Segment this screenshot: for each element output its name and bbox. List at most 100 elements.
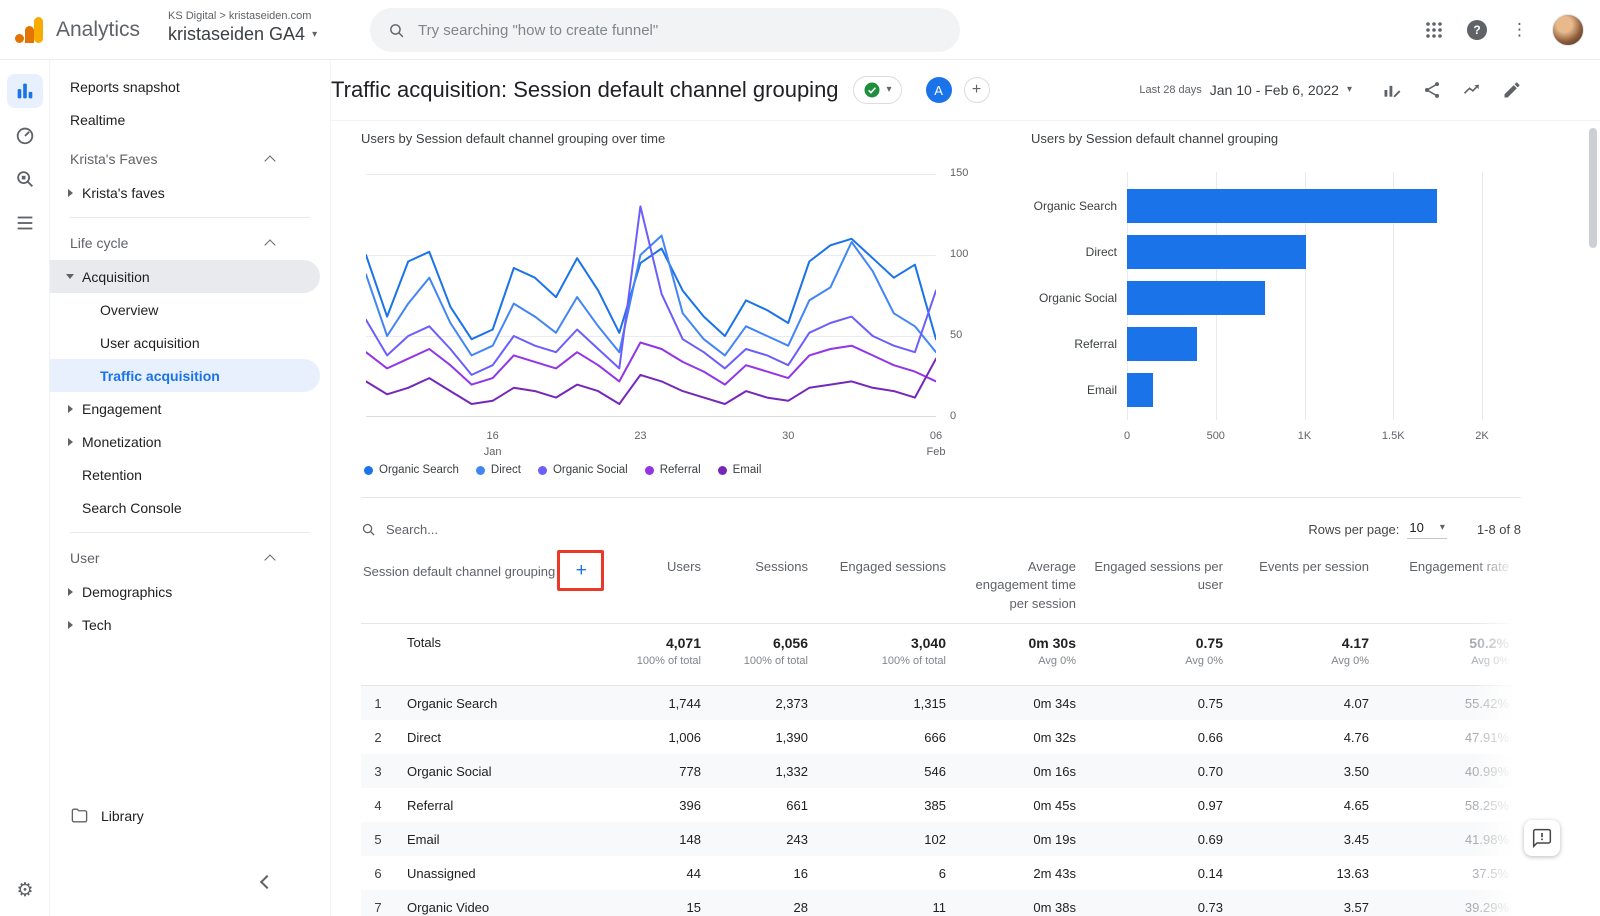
report-header-actions: Last 28 days Jan 10 - Feb 6, 2022 ▾ [1139,80,1600,100]
sidebar-section-user[interactable]: User [50,541,330,575]
rail-reports-button[interactable] [6,74,43,108]
sidebar-item-demographics[interactable]: Demographics [50,575,320,608]
row-number: 4 [374,797,382,813]
share-icon [1425,82,1439,98]
table-cell: 0m 38s [1033,899,1076,915]
rail-advertising-button[interactable] [7,206,43,240]
x-tick-label: 06 Feb [927,429,946,461]
user-avatar[interactable] [1552,14,1584,46]
table-cell: 0m 19s [1033,831,1076,847]
nav-label: Search Console [82,499,182,516]
totals-subvalue: Avg 0% [1471,655,1509,668]
column-header[interactable]: Engaged sessions [818,556,956,576]
customize-report-button[interactable] [1382,80,1402,100]
x-tick-line2: Feb [926,445,946,458]
sidebar-section-kristas-faves[interactable]: Krista's Faves [50,142,330,176]
collapse-sidebar-button[interactable] [259,874,275,890]
sidebar-item-tech[interactable]: Tech [50,608,320,641]
sidebar-item-reports-snapshot[interactable]: Reports snapshot [50,70,320,103]
sidebar-section-life-cycle[interactable]: Life cycle [50,226,330,260]
bar-x-tick-label: 0 [1123,430,1131,442]
nav-label: Krista's faves [82,184,165,201]
sidebar-item-acquisition[interactable]: Acquisition [50,260,320,293]
date-range-value: Jan 10 - Feb 6, 2022 [1209,82,1339,98]
bar [1127,327,1197,361]
table-cell: 666 [924,729,946,745]
bar-row: Organic Search [1031,183,1511,229]
legend-item[interactable]: Direct [475,464,521,476]
sidebar-item-overview[interactable]: Overview [50,293,320,326]
sidebar-item-engagement[interactable]: Engagement [50,392,320,425]
column-header[interactable]: Events per session [1233,556,1379,576]
edit-report-button[interactable] [1502,80,1522,100]
table-search-input[interactable] [386,521,606,537]
date-range-picker[interactable]: Last 28 days Jan 10 - Feb 6, 2022 ▾ [1139,82,1352,98]
table-cell: 28 [793,899,808,915]
bar-category-label: Organic Search [1033,199,1117,213]
help-icon[interactable]: ? [1467,20,1487,40]
line-series-organic-social [365,205,937,376]
add-comparison-button[interactable]: + [963,77,990,103]
legend-dot [475,465,485,475]
property-selector[interactable]: KS Digital > kristaseiden.com kristaseid… [168,10,317,45]
table-cell: 39.29% [1464,899,1509,915]
sidebar-item-monetization[interactable]: Monetization [50,425,320,458]
search-input[interactable] [418,21,942,39]
chevron-down-icon: ▾ [886,84,892,95]
legend-item[interactable]: Organic Search [364,464,459,476]
table-cell: 4.65 [1343,797,1369,813]
table-search[interactable] [361,521,606,537]
table-cell: 0m 16s [1033,763,1076,779]
x-tick-label: 23 [634,429,646,445]
sidebar-item-library[interactable]: Library [50,799,330,832]
sidebar-item-kristas-faves[interactable]: Krista's faves [50,176,320,209]
x-tick-label: 30 [782,429,794,445]
column-header[interactable]: Sessions [711,556,818,576]
feedback-button[interactable] [1524,820,1560,856]
x-tick-line1: 23 [634,430,647,442]
legend-item[interactable]: Email [717,464,761,476]
column-header[interactable]: Engaged sessions per user [1086,556,1233,595]
insights-button[interactable] [1462,80,1482,100]
bar-category-label: Direct [1085,245,1117,259]
column-header[interactable]: Engagement rate [1379,556,1519,576]
apps-grid-icon[interactable] [1425,21,1443,39]
report-status-dropdown[interactable]: ▾ [852,76,902,104]
column-header[interactable]: Users [601,556,711,576]
totals-cell: 4.17 Avg 0% [1233,635,1379,667]
legend-label: Organic Social [552,464,628,476]
add-dimension-button[interactable]: + [557,550,605,591]
admin-gear-icon[interactable]: ⚙ [0,879,50,902]
line-chart-title: Users by Session default channel groupin… [361,131,666,146]
legend-item[interactable]: Organic Social [537,464,628,476]
share-button[interactable] [1422,80,1442,100]
table-cell: 0.66 [1197,729,1223,745]
chevron-up-icon [264,554,276,566]
sidebar-item-retention[interactable]: Retention [50,458,320,491]
column-header[interactable]: Average engagement time per session [956,556,1086,613]
nav-label: User acquisition [100,334,200,351]
comparison-badge[interactable]: A [925,77,952,103]
global-search[interactable] [370,8,960,52]
table-cell: 0m 45s [1033,797,1076,813]
vertical-scrollbar[interactable] [1589,128,1597,248]
sidebar-item-search-console[interactable]: Search Console [50,491,320,524]
analytics-logo[interactable]: Analytics [14,14,140,46]
rail-realtime-button[interactable] [7,118,43,152]
line-chart-x-axis: 16 Jan 23 30 06 Feb [366,429,946,463]
bar-row: Organic Social [1031,275,1511,321]
bar [1127,373,1153,407]
table-body: 1 Organic Search 1,744 2,373 1,315 0m 34s 0.75… [361,686,1521,916]
sidebar-item-user-acquisition[interactable]: User acquisition [50,326,320,359]
nav-label: Realtime [70,111,126,128]
section-label: Life cycle [70,235,129,251]
rows-per-page-select[interactable]: 10 ▾ [1407,519,1447,539]
legend-item[interactable]: Referral [644,464,701,476]
nav-label: Retention [82,466,142,483]
rail-explore-button[interactable] [7,162,43,196]
sidebar-item-realtime[interactable]: Realtime [50,103,320,136]
caret-right-icon [67,404,73,413]
more-menu-icon[interactable]: ⋮ [1511,20,1528,40]
list-table-icon [17,216,32,230]
sidebar-item-traffic-acquisition[interactable]: Traffic acquisition [50,359,320,392]
